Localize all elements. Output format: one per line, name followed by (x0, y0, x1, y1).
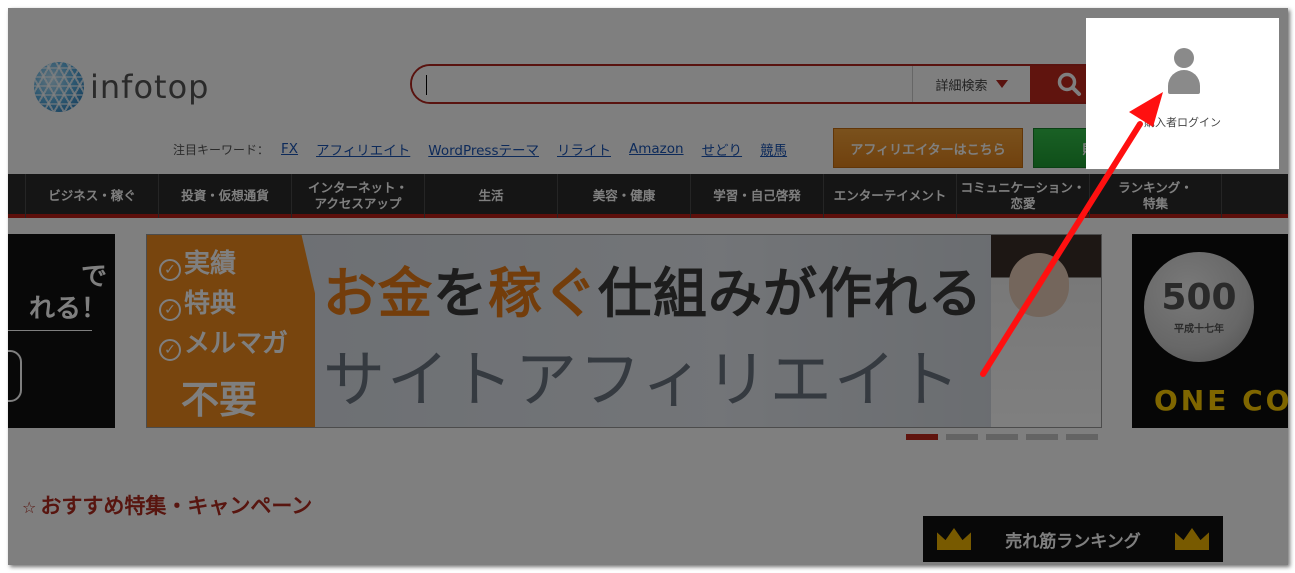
carousel-pagination (906, 434, 1098, 440)
headline-part: 仕組みが作れる (598, 262, 983, 325)
slide-prev-divider (8, 330, 92, 331)
carousel-slide-next[interactable]: 500 平成十七年 ONE CO (1132, 234, 1288, 428)
globe-logo-icon (34, 62, 84, 112)
nav-item-business[interactable]: ビジネス・稼ぐ (25, 174, 158, 218)
coin-value: 500 (1161, 276, 1237, 318)
crown-icon (1175, 528, 1209, 550)
slide-next-caption: ONE CO (1154, 384, 1288, 417)
section-title-featured: ☆ おすすめ特集・キャンペーン (22, 490, 312, 520)
slide-headline-bottom: サイトアフィリエイト (323, 343, 962, 416)
badge-item-text: 実績 (184, 249, 237, 279)
affiliate-button[interactable]: アフィリエイターはこちら (833, 128, 1023, 168)
keyword-link[interactable]: 競馬 (760, 139, 787, 159)
headline-part: お金 (323, 262, 433, 325)
buyer-login-label: 購入者ログイン (1144, 116, 1221, 129)
slide-headline-top: お金を稼ぐ仕組みが作れる (323, 249, 983, 328)
logo-text: infotop (90, 68, 210, 106)
nav-item-internet[interactable]: インターネット・ アクセスアップ (291, 174, 424, 218)
search-bar: 詳細検索 (410, 64, 1110, 104)
headline-part: 稼ぐ (488, 262, 598, 325)
slide-prev-text-2: れる！ (28, 294, 107, 324)
carousel-dot[interactable] (1066, 434, 1098, 440)
badge-bottom-text: 不要 (181, 378, 258, 422)
dropdown-arrow-icon (995, 80, 1008, 88)
text-caret (426, 75, 427, 95)
carousel-slide-active[interactable]: ✓ 実績 ✓ 特典 ✓ メルマガ 不要 お金を稼ぐ仕組みが作れる サイトアフィリエイト (146, 234, 1102, 428)
badge-item: ✓ メルマガ (159, 323, 288, 361)
keyword-link[interactable]: WordPressテーマ (428, 139, 539, 159)
keyword-link[interactable]: FX (281, 141, 298, 157)
nav-item-learning[interactable]: 学習・自己啓発 (690, 174, 823, 218)
badge-item-text: メルマガ (184, 329, 289, 359)
featured-title-text: おすすめ特集・キャンペーン (40, 494, 313, 518)
ranking-title: 売れ筋ランキング (1005, 531, 1141, 552)
slide-person-image (991, 235, 1101, 427)
check-circle-icon: ✓ (159, 339, 181, 361)
nav-item-communication[interactable]: コミュニケーション・ 恋愛 (956, 174, 1089, 218)
site-logo[interactable]: infotop (34, 62, 209, 112)
user-icon-body (1168, 70, 1200, 94)
badge-item: ✓ 特典 (159, 283, 236, 321)
check-circle-icon: ✓ (159, 259, 181, 281)
nav-item-ranking[interactable]: ランキング・ 特集 (1089, 174, 1222, 218)
keyword-link[interactable]: リライト (557, 139, 611, 159)
keywords-label: 注目キーワード： (173, 142, 270, 157)
user-icon (1168, 48, 1200, 96)
keyword-link[interactable]: Amazon (629, 141, 684, 157)
nav-item-entertainment[interactable]: エンターテイメント (823, 174, 956, 218)
nav-item-investment[interactable]: 投資・仮想通貨 (158, 174, 291, 218)
check-circle-icon: ✓ (159, 299, 181, 321)
carousel-slide-prev[interactable]: で れる！ (8, 234, 115, 428)
badge-item: ✓ 実績 (159, 243, 236, 281)
buyer-login[interactable]: 購入者ログイン (1086, 18, 1279, 169)
crown-icon (937, 528, 971, 550)
trending-keywords: 注目キーワード： FX アフィリエイト WordPressテーマ リライト Am… (173, 139, 787, 159)
slide-badge: ✓ 実績 ✓ 特典 ✓ メルマガ 不要 (147, 235, 315, 427)
slide-prev-button-shape (8, 350, 22, 402)
nav-item-life[interactable]: 生活 (424, 174, 557, 218)
headline-part: を (433, 262, 488, 325)
coin-subtext: 平成十七年 (1174, 323, 1224, 335)
star-icon: ☆ (22, 498, 37, 517)
search-icon (1057, 72, 1081, 96)
carousel-dot[interactable] (986, 434, 1018, 440)
category-nav: ビジネス・稼ぐ 投資・仮想通貨 インターネット・ アクセスアップ 生活 美容・健… (8, 174, 1288, 218)
badge-item-text: 特典 (184, 289, 237, 319)
carousel-dot[interactable] (906, 434, 938, 440)
carousel-dot[interactable] (1026, 434, 1058, 440)
user-icon-head (1174, 48, 1194, 68)
nav-item-beauty[interactable]: 美容・健康 (557, 174, 690, 218)
advanced-search-button[interactable]: 詳細検索 (912, 66, 1030, 102)
browser-frame: infotop 詳細検索 注目キーワード： FX アフィリエイト WordPre… (8, 8, 1288, 565)
carousel-dot[interactable] (946, 434, 978, 440)
keyword-link[interactable]: アフィリエイト (316, 139, 410, 159)
search-input[interactable] (412, 66, 912, 102)
ranking-header[interactable]: 売れ筋ランキング (923, 516, 1223, 562)
advanced-search-label: 詳細検索 (935, 78, 988, 94)
coin-image: 500 平成十七年 (1144, 252, 1254, 362)
keyword-link[interactable]: せどり (702, 139, 743, 159)
